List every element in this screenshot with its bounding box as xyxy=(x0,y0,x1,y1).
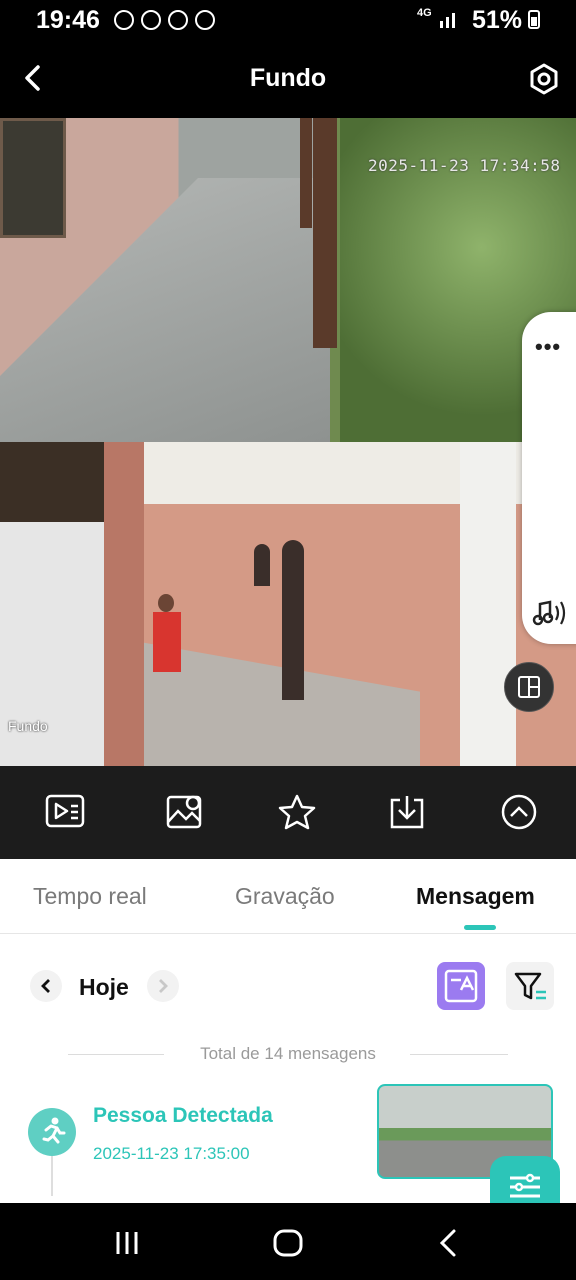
recent-apps-icon[interactable] xyxy=(112,1227,144,1259)
video-feed[interactable]: 2025-11-23 17:34:58 Fundo xyxy=(0,118,576,766)
more-options-icon[interactable]: ••• xyxy=(535,334,561,360)
divider xyxy=(410,1054,508,1055)
right-pillar xyxy=(460,442,516,766)
layout-icon xyxy=(518,676,540,698)
pillar xyxy=(313,118,337,348)
tab-recording[interactable]: Gravação xyxy=(235,883,335,910)
chevron-right-icon xyxy=(159,979,168,993)
collapse-up-icon[interactable] xyxy=(498,792,540,832)
screen-layout-button[interactable] xyxy=(504,662,554,712)
active-tab-indicator xyxy=(464,925,496,930)
chat-icon xyxy=(141,10,161,30)
translate-button[interactable] xyxy=(437,962,485,1010)
tab-messages[interactable]: Mensagem xyxy=(416,883,535,910)
translate-icon xyxy=(444,969,478,1003)
home-icon[interactable] xyxy=(272,1227,304,1259)
chevron-left-icon xyxy=(41,979,50,993)
next-day-button[interactable] xyxy=(147,970,179,1002)
column xyxy=(104,442,144,766)
message-title: Pessoa Detectada xyxy=(93,1104,273,1127)
status-bar: 19:46 4G 51% xyxy=(0,0,576,40)
network-type: 4G xyxy=(417,7,432,19)
whatsapp-icon xyxy=(114,10,134,30)
message-total: Total de 14 mensagens xyxy=(0,1044,576,1068)
timeline-line xyxy=(51,1156,53,1196)
video-timestamp: 2025-11-23 17:34:58 xyxy=(368,156,561,175)
person-head xyxy=(158,594,174,612)
audio-icon[interactable] xyxy=(532,596,568,630)
person-running-icon xyxy=(28,1108,76,1156)
page-title: Fundo xyxy=(249,64,327,92)
arched-window xyxy=(254,544,270,586)
message-time: 2025-11-23 17:35:00 xyxy=(93,1144,250,1163)
signal-icon xyxy=(440,13,455,28)
date-label: Hoje xyxy=(79,974,129,1000)
back-icon[interactable] xyxy=(432,1227,464,1259)
person-body xyxy=(153,612,181,672)
app-header: Fundo xyxy=(0,40,576,118)
pillar xyxy=(300,118,312,228)
battery-percent: 51% xyxy=(472,6,523,34)
tab-realtime[interactable]: Tempo real xyxy=(33,883,147,910)
camera-view-top: 2025-11-23 17:34:58 xyxy=(0,118,576,442)
voicemail-icon xyxy=(168,10,188,30)
settings-icon[interactable] xyxy=(527,62,561,96)
system-nav-bar xyxy=(0,1203,576,1280)
gallery-icon[interactable] xyxy=(164,792,206,832)
side-control-panel: ••• xyxy=(522,312,576,644)
battery-icon xyxy=(528,10,540,29)
download-icon[interactable] xyxy=(386,792,428,832)
running-figure xyxy=(42,1117,66,1144)
date-navigation: Hoje xyxy=(0,960,576,1012)
camera-view-bottom: Fundo xyxy=(0,442,576,766)
status-time: 19:46 xyxy=(36,6,100,34)
filter-button[interactable] xyxy=(506,962,554,1010)
window xyxy=(0,118,66,238)
tab-bar: Tempo real Gravação Mensagem xyxy=(0,859,576,934)
playback-icon[interactable] xyxy=(44,792,86,832)
previous-day-button[interactable] xyxy=(30,970,62,1002)
sliders-icon xyxy=(510,1173,540,1198)
notification-icons xyxy=(114,10,215,30)
camera-label: Fundo xyxy=(8,718,48,734)
favorite-star-icon[interactable] xyxy=(276,792,318,832)
arched-door xyxy=(282,540,304,700)
video-toolbar xyxy=(0,766,576,859)
filter-icon xyxy=(514,972,546,1000)
target-icon xyxy=(195,10,215,30)
porch-floor xyxy=(140,642,420,766)
